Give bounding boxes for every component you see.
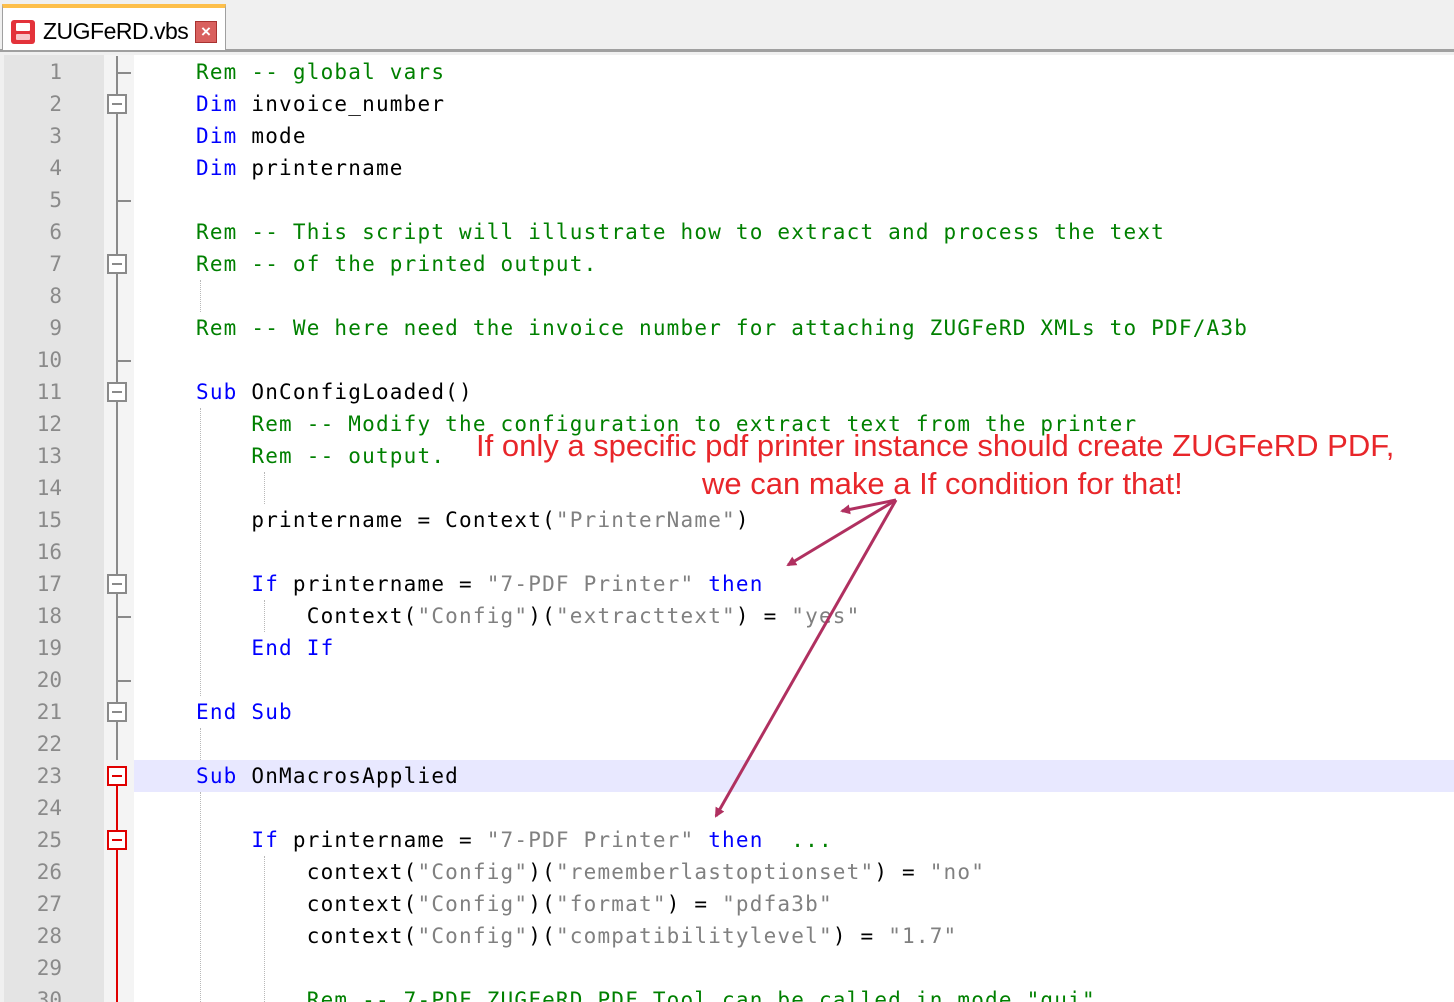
arrow-to-if-line-25 (714, 499, 898, 818)
annotation-arrows (714, 498, 898, 818)
